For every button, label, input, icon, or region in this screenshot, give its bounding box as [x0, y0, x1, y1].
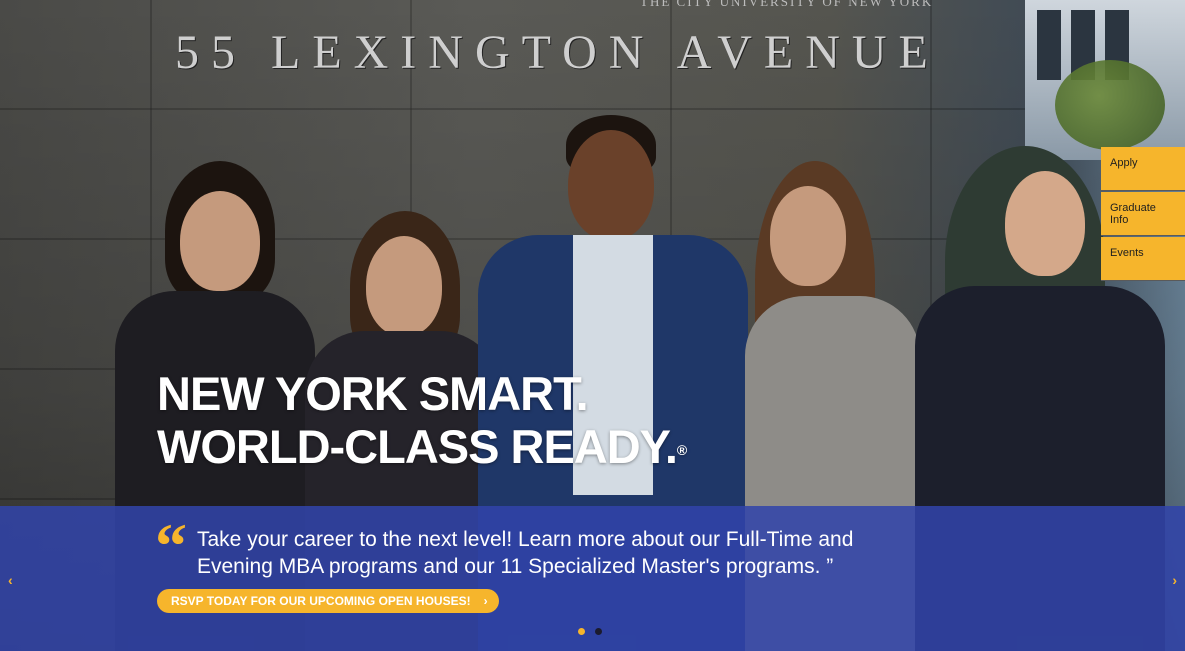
slider-dot-1[interactable]: [578, 628, 585, 635]
background-tree: [1055, 60, 1165, 150]
slider-dots: [578, 628, 602, 635]
quick-links-sidebar: Apply Graduate Info Events: [1101, 147, 1185, 282]
slider-next-arrow-icon[interactable]: ›: [1172, 572, 1177, 588]
quote-icon: “: [155, 510, 187, 581]
headline-line-2: WORLD-CLASS READY.®: [157, 420, 687, 473]
promo-quote-line-1: Take your career to the next level! Lear…: [197, 528, 854, 551]
building-sign-small: THE CITY UNIVERSITY OF NEW YORK: [640, 0, 934, 9]
quick-link-apply[interactable]: Apply: [1101, 147, 1185, 191]
slider-dot-2[interactable]: [595, 628, 602, 635]
slider-prev-arrow-icon[interactable]: ‹: [8, 572, 13, 588]
quick-link-graduate-info[interactable]: Graduate Info: [1101, 192, 1185, 236]
promo-quote-line-2: Evening MBA programs and our 11 Speciali…: [197, 555, 834, 578]
rsvp-button-label: RSVP TODAY FOR OUR UPCOMING OPEN HOUSES!: [171, 594, 471, 608]
chevron-right-icon: ›: [483, 594, 488, 608]
headline-line-1: NEW YORK SMART.: [157, 367, 589, 420]
headline-line-2-text: WORLD-CLASS READY.: [157, 420, 678, 473]
promo-quote: Take your career to the next level! Lear…: [197, 526, 957, 580]
rsvp-open-house-button[interactable]: RSVP TODAY FOR OUR UPCOMING OPEN HOUSES!…: [157, 589, 499, 613]
hero-headline: NEW YORK SMART. WORLD-CLASS READY.®: [157, 367, 687, 473]
quick-link-events[interactable]: Events: [1101, 237, 1185, 281]
registered-mark: ®: [676, 442, 687, 458]
building-sign: 55 LEXINGTON AVENUE: [175, 26, 940, 79]
